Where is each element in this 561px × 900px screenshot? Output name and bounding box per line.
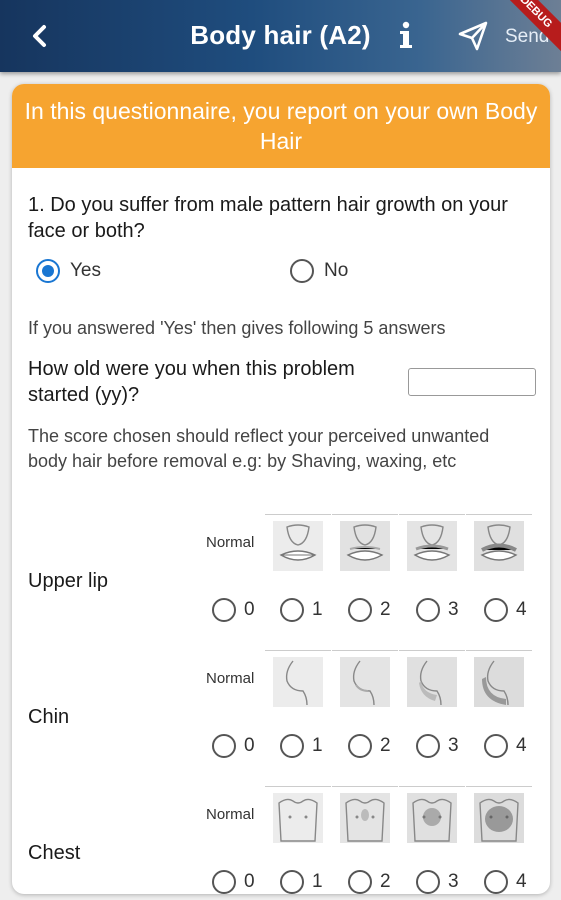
radio-chest-3[interactable] [416, 870, 440, 894]
chest-image-1 [265, 786, 331, 848]
chest-score-3[interactable]: 3 [416, 870, 459, 894]
chin-score-4[interactable]: 4 [484, 734, 527, 758]
info-icon [400, 21, 412, 48]
score-label: 1 [312, 735, 323, 756]
score-label: 4 [516, 735, 527, 756]
radio-chin-3[interactable] [416, 734, 440, 758]
chest-score-0[interactable]: 0 [212, 870, 255, 894]
chest-score-2[interactable]: 2 [348, 870, 391, 894]
scale-label-upper-lip: Upper lip [28, 570, 109, 592]
normal-label: Normal [206, 534, 255, 551]
chin-score-2[interactable]: 2 [348, 734, 391, 758]
chin-image-4 [466, 650, 532, 712]
upper-lip-image-2 [332, 514, 398, 576]
chin-image-2 [332, 650, 398, 712]
score-label: 0 [244, 599, 255, 620]
score-label: 3 [448, 871, 459, 892]
chest-score-4[interactable]: 4 [484, 870, 527, 894]
scale-label-chin: Chin [28, 706, 70, 728]
info-button[interactable] [394, 18, 418, 54]
followup-hint: If you answered 'Yes' then gives followi… [28, 318, 446, 338]
age-input[interactable] [408, 368, 536, 396]
scale-chest: Normal Chest 0 1 2 3 4 [12, 786, 550, 894]
radio-yes[interactable] [36, 259, 60, 283]
chin-image-3 [399, 650, 465, 712]
radio-upper-lip-3[interactable] [416, 598, 440, 622]
score-label: 4 [516, 871, 527, 892]
upper-lip-image-3 [399, 514, 465, 576]
upper-lip-score-0[interactable]: 0 [212, 598, 255, 622]
option-no-label: No [324, 260, 349, 281]
score-label: 3 [448, 599, 459, 620]
score-label: 1 [312, 599, 323, 620]
score-label: 0 [244, 735, 255, 756]
chin-score-0[interactable]: 0 [212, 734, 255, 758]
question-1-text: 1. Do you suffer from male pattern hair … [28, 194, 508, 242]
chin-image-1 [265, 650, 331, 712]
score-label: 2 [380, 871, 391, 892]
normal-label: Normal [206, 806, 255, 823]
radio-upper-lip-4[interactable] [484, 598, 508, 622]
chest-image-2 [332, 786, 398, 848]
radio-chin-2[interactable] [348, 734, 372, 758]
upper-lip-score-1[interactable]: 1 [280, 598, 323, 622]
option-yes[interactable]: Yes [36, 259, 101, 283]
option-no[interactable]: No [290, 259, 348, 283]
radio-chest-1[interactable] [280, 870, 304, 894]
radio-chest-2[interactable] [348, 870, 372, 894]
radio-upper-lip-1[interactable] [280, 598, 304, 622]
score-label: 1 [312, 871, 323, 892]
app-bar: Body hair (A2) Send DEBUG [0, 0, 561, 72]
score-label: 3 [448, 735, 459, 756]
chest-image-4 [466, 786, 532, 848]
age-question: How old were you when this problem start… [28, 358, 355, 406]
scale-label-chest: Chest [28, 842, 81, 864]
score-label: 2 [380, 735, 391, 756]
paper-plane-icon [458, 21, 488, 51]
radio-chin-0[interactable] [212, 734, 236, 758]
scale-chin: Normal Chin 0 1 2 3 4 [12, 650, 550, 786]
upper-lip-score-2[interactable]: 2 [348, 598, 391, 622]
chest-image-3 [399, 786, 465, 848]
scale-upper-lip: Normal Upper lip 0 1 2 3 4 [12, 514, 550, 650]
normal-label: Normal [206, 670, 255, 687]
upper-lip-image-1 [265, 514, 331, 576]
chin-score-3[interactable]: 3 [416, 734, 459, 758]
questionnaire-banner: In this questionnaire, you report on you… [12, 84, 550, 168]
score-label: 0 [244, 871, 255, 892]
upper-lip-image-4 [466, 514, 532, 576]
radio-chin-1[interactable] [280, 734, 304, 758]
upper-lip-score-4[interactable]: 4 [484, 598, 527, 622]
score-label: 2 [380, 599, 391, 620]
radio-chest-4[interactable] [484, 870, 508, 894]
chin-score-1[interactable]: 1 [280, 734, 323, 758]
option-yes-label: Yes [70, 260, 101, 281]
radio-upper-lip-2[interactable] [348, 598, 372, 622]
upper-lip-score-3[interactable]: 3 [416, 598, 459, 622]
radio-no[interactable] [290, 259, 314, 283]
score-label: 4 [516, 599, 527, 620]
chest-score-1[interactable]: 1 [280, 870, 323, 894]
questionnaire-card: In this questionnaire, you report on you… [12, 84, 550, 894]
radio-upper-lip-0[interactable] [212, 598, 236, 622]
radio-chin-4[interactable] [484, 734, 508, 758]
radio-chest-0[interactable] [212, 870, 236, 894]
score-note: The score chosen should reflect your per… [28, 426, 490, 471]
